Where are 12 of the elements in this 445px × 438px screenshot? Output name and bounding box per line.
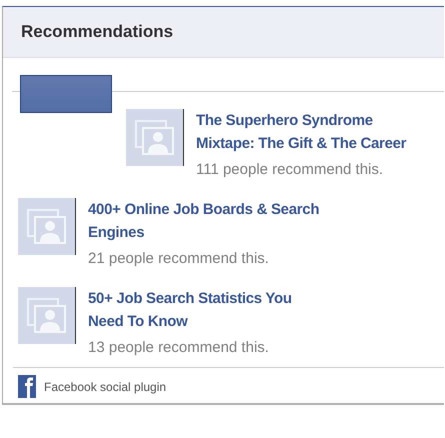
profile-placeholder-icon — [126, 109, 184, 166]
recommendation-link[interactable]: The Superhero Syndrome Mixtape: The Gift & The Career — [196, 110, 431, 155]
footer-text: Facebook social plugin — [44, 380, 166, 394]
profile-placeholder-icon — [18, 198, 76, 255]
facebook-logo-icon — [18, 375, 36, 398]
recommend-count: 111 people recommend this. — [196, 160, 384, 180]
recommend-count: 13 people recommend this. — [88, 338, 270, 358]
recommendation-link[interactable]: 400+ Online Job Boards & Search Engines — [88, 199, 323, 244]
recommendation-link[interactable]: 50+ Job Search Statistics You Need To Know — [88, 288, 323, 333]
profile-placeholder-icon — [18, 287, 76, 344]
panel-title: Recommendations — [21, 22, 174, 42]
recommend-count: 21 people recommend this. — [88, 249, 270, 269]
